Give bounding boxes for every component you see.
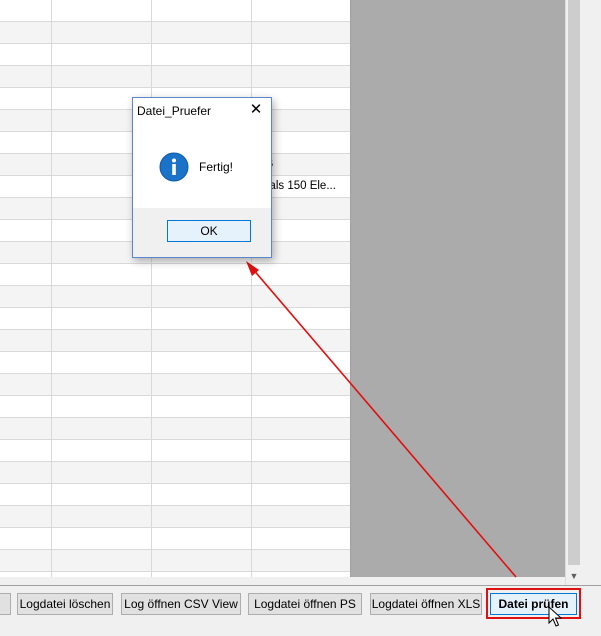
dialog-title: Datei_Pruefer: [137, 104, 212, 118]
close-icon[interactable]: ✕: [247, 101, 265, 119]
table-row[interactable]: [0, 484, 351, 506]
column-divider: [51, 0, 52, 577]
table-row[interactable]: [0, 22, 351, 44]
dialog-body: Fertig!: [133, 122, 271, 208]
vertical-scrollbar[interactable]: ▼: [565, 0, 582, 585]
window-edge: [581, 0, 601, 585]
partial-button[interactable]: [0, 593, 11, 615]
message-dialog[interactable]: Datei_Pruefer ✕ Fertig! OK: [132, 97, 272, 258]
column-divider: [251, 0, 252, 577]
mouse-cursor-icon: [548, 606, 562, 627]
column-divider: [151, 0, 152, 577]
annotation-highlight-box: [486, 588, 581, 619]
table-row[interactable]: [0, 550, 351, 572]
scroll-down-arrow-icon[interactable]: ▼: [566, 568, 582, 584]
table-row[interactable]: [0, 264, 351, 286]
table-row[interactable]: [0, 528, 351, 550]
dialog-message: Fertig!: [199, 160, 234, 174]
table-row[interactable]: [0, 506, 351, 528]
ok-button[interactable]: OK: [167, 220, 251, 242]
empty-grid-area: [351, 0, 565, 577]
data-grid[interactable]: MB hr als 150 Ele...: [0, 0, 351, 577]
divider: [0, 585, 601, 586]
table-row[interactable]: [0, 440, 351, 462]
logdatei-oeffnen-ps-button[interactable]: Logdatei öffnen PS: [248, 593, 362, 615]
info-icon: [159, 152, 189, 182]
table-row[interactable]: [0, 286, 351, 308]
table-row[interactable]: [0, 308, 351, 330]
dialog-footer: OK: [133, 208, 271, 257]
table-row[interactable]: [0, 44, 351, 66]
table-row[interactable]: [0, 66, 351, 88]
logdatei-loeschen-button[interactable]: Logdatei löschen: [17, 593, 113, 615]
logdatei-oeffnen-xls-button[interactable]: Logdatei öffnen XLS: [370, 593, 482, 615]
table-row[interactable]: [0, 462, 351, 484]
table-row[interactable]: [0, 396, 351, 418]
table-row[interactable]: [0, 374, 351, 396]
table-row[interactable]: [0, 352, 351, 374]
table-row[interactable]: [0, 330, 351, 352]
scrollbar-thumb[interactable]: [568, 0, 580, 565]
table-row[interactable]: [0, 0, 351, 22]
table-row[interactable]: [0, 418, 351, 440]
log-oeffnen-csv-view-button[interactable]: Log öffnen CSV View: [121, 593, 241, 615]
